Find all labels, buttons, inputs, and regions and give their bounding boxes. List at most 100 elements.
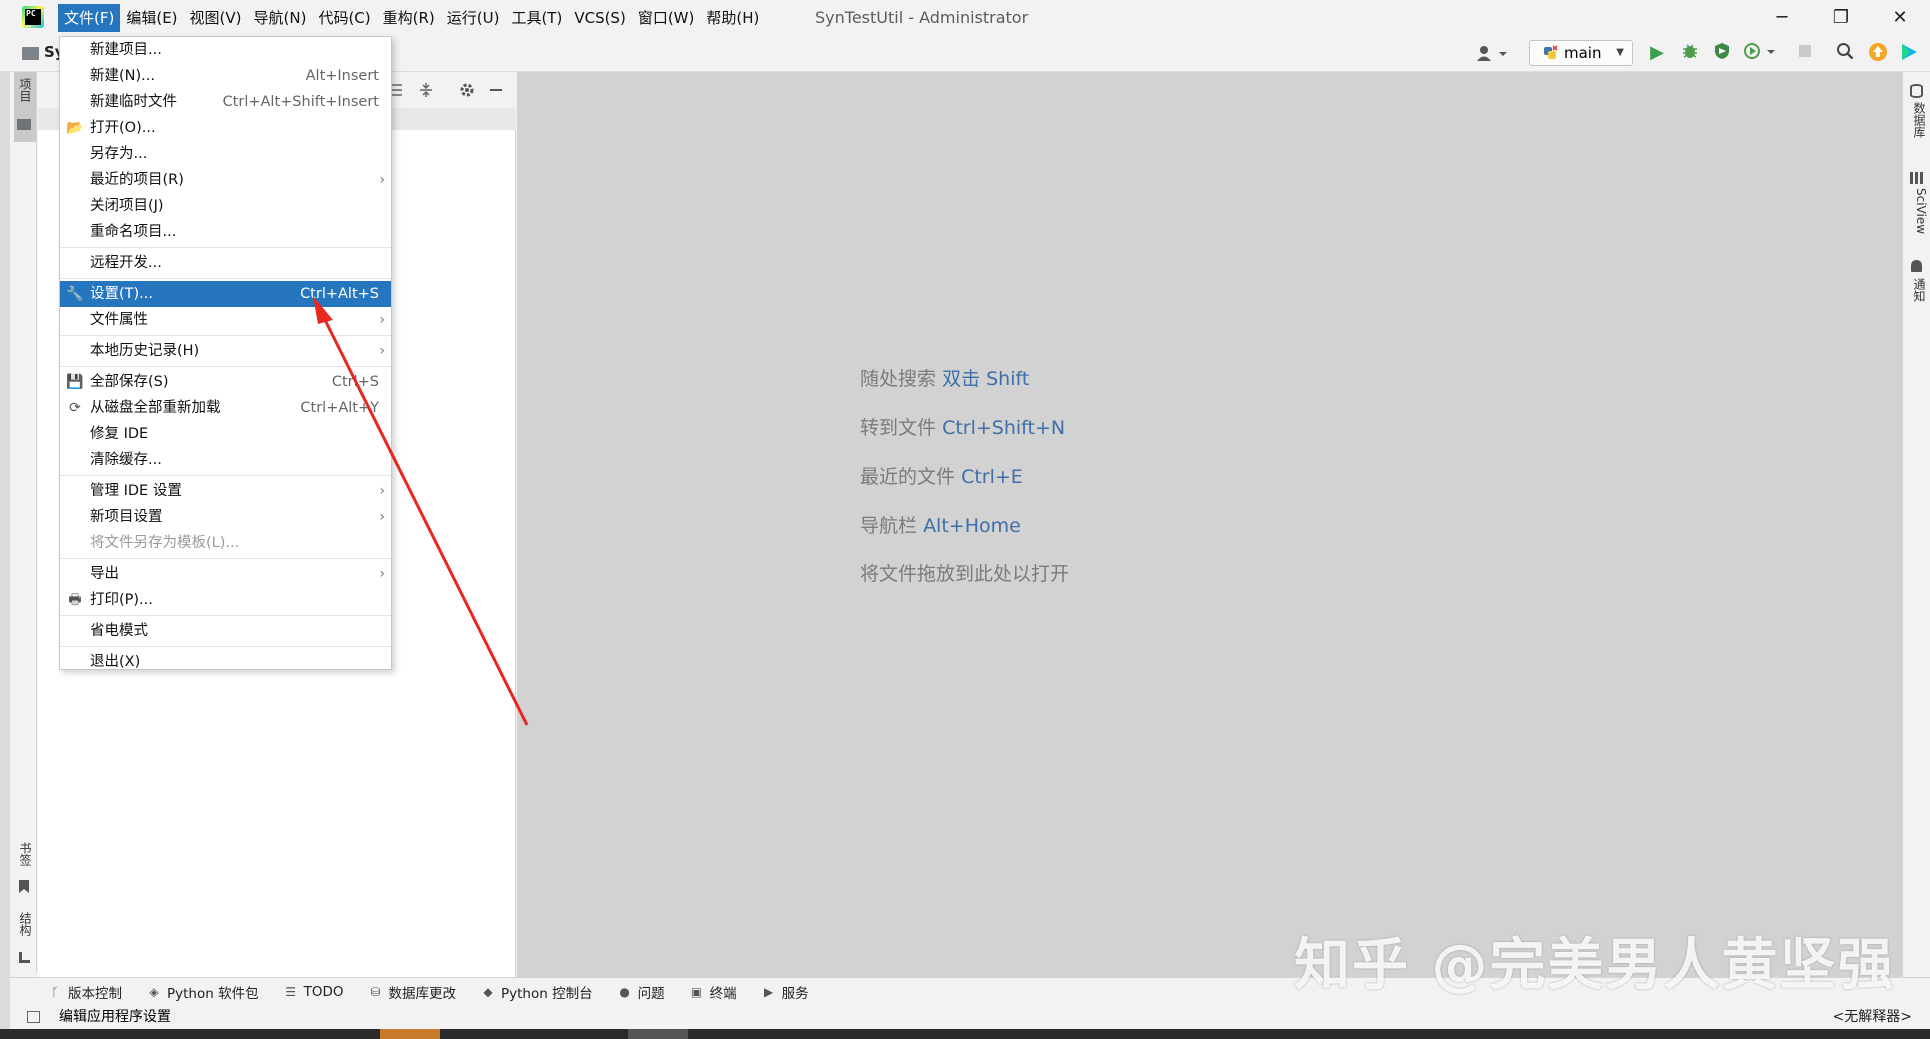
run-icon[interactable]: ▶	[1646, 42, 1668, 64]
status-bar: 编辑应用程序设置 <无解释器>	[10, 1005, 1930, 1029]
toggle-tool-windows-icon[interactable]	[27, 1011, 40, 1023]
menu-edit[interactable]: 编辑(E)	[120, 4, 183, 32]
menu-item-new-scratch-file[interactable]: 新建临时文件 Ctrl+Alt+Shift+Insert	[60, 89, 391, 115]
gear-icon[interactable]	[458, 81, 476, 99]
menu-item-recent-projects[interactable]: 最近的项目(R) ›	[60, 167, 391, 193]
menu-item-print[interactable]: 🖶 打印(P)...	[60, 587, 391, 613]
menu-item-open[interactable]: 📂 打开(O)...	[60, 115, 391, 141]
menu-code[interactable]: 代码(C)	[312, 4, 376, 32]
menu-separator	[60, 335, 391, 336]
close-button[interactable]: ✕	[1872, 0, 1928, 36]
menu-item-manage-ide-settings[interactable]: 管理 IDE 设置 ›	[60, 478, 391, 504]
tab-bookmarks[interactable]: 书签	[14, 842, 34, 866]
menu-item-save-as[interactable]: 另存为...	[60, 141, 391, 167]
todo-icon: ☰	[285, 984, 296, 999]
tool-todo[interactable]: ☰ TODO	[284, 984, 343, 1000]
stop-icon[interactable]	[1794, 42, 1816, 64]
window-title: SynTestUtil - Administrator	[815, 8, 1029, 27]
minimize-button[interactable]: ─	[1754, 0, 1810, 36]
menu-item-repair-ide[interactable]: 修复 IDE	[60, 421, 391, 447]
menu-item-export[interactable]: 导出 ›	[60, 561, 391, 587]
menu-item-rename-project[interactable]: 重命名项目...	[60, 219, 391, 245]
menu-item-reload-from-disk[interactable]: ⟳ 从磁盘全部重新加载 Ctrl+Alt+Y	[60, 395, 391, 421]
tool-services[interactable]: ▶ 服务	[762, 982, 809, 1002]
tab-notifications[interactable]: 通知	[1908, 278, 1928, 302]
menu-vcs[interactable]: VCS(S)	[568, 4, 631, 32]
status-message: 编辑应用程序设置	[59, 1009, 171, 1025]
tab-sciview[interactable]: SciView	[1908, 188, 1928, 234]
menu-item-new[interactable]: 新建(N)... Alt+Insert	[60, 63, 391, 89]
menu-item-new-project-setup[interactable]: 新项目设置 ›	[60, 504, 391, 530]
left-edge-stripe	[0, 72, 10, 1039]
menu-item-save-as-template: 将文件另存为模板(L)...	[90, 535, 240, 551]
user-account-icon[interactable]	[1475, 44, 1509, 64]
menu-item-save-all[interactable]: 💾 全部保存(S) Ctrl+S	[60, 369, 391, 395]
hint-goto-file: 转到文件 Ctrl+Shift+N	[860, 417, 1066, 439]
tool-version-control[interactable]: ᚴ 版本控制	[48, 982, 122, 1002]
tool-terminal[interactable]: ▣ 终端	[690, 982, 737, 1002]
services-icon: ▶	[763, 984, 774, 999]
coverage-icon[interactable]	[1711, 42, 1733, 64]
profile-icon[interactable]	[1743, 42, 1777, 64]
tool-database-changes[interactable]: ⛁ 数据库更改	[369, 982, 456, 1002]
debug-icon[interactable]	[1679, 42, 1701, 64]
update-icon[interactable]	[1867, 42, 1889, 64]
open-folder-icon: 📂	[66, 120, 84, 136]
menu-item-exit[interactable]: 退出(X)	[60, 649, 391, 675]
menu-item-invalidate-caches[interactable]: 清除缓存...	[60, 447, 391, 473]
tool-problems[interactable]: ● 问题	[618, 982, 664, 1002]
tab-structure[interactable]: 结构	[14, 912, 34, 936]
bookmark-icon	[19, 880, 29, 893]
sciview-icon	[1910, 172, 1923, 184]
menu-help[interactable]: 帮助(H)	[700, 4, 765, 32]
python-packages-icon: ◈	[149, 984, 159, 999]
version-control-icon: ᚴ	[51, 984, 59, 999]
menu-run[interactable]: 运行(U)	[441, 4, 506, 32]
title-bar: PC _ 文件(F) 编辑(E) 视图(V) 导航(N) 代码(C) 重构(R) …	[0, 0, 1930, 36]
structure-icon	[19, 952, 30, 963]
menu-item-remote-development[interactable]: 远程开发...	[60, 250, 391, 276]
menu-item-settings[interactable]: 🔧 设置(T)... Ctrl+Alt+S	[60, 281, 391, 307]
pycharm-logo-icon[interactable]: PC _	[22, 6, 44, 28]
menu-item-close-project[interactable]: 关闭项目(J)	[60, 193, 391, 219]
os-taskbar	[0, 1029, 1930, 1039]
submenu-arrow-icon: ›	[379, 509, 385, 525]
terminal-icon: ▣	[690, 984, 703, 999]
branch-selector[interactable]: main ▼	[1529, 40, 1633, 66]
menu-separator	[60, 366, 391, 367]
hide-panel-icon[interactable]	[488, 81, 504, 99]
watermark: 知乎 @完美男人黄坚强	[1294, 933, 1896, 998]
menu-navigate[interactable]: 导航(N)	[248, 4, 313, 32]
menu-separator	[60, 615, 391, 616]
taskbar-app-indicator	[628, 1029, 688, 1039]
menu-file[interactable]: 文件(F)	[58, 4, 121, 32]
tool-python-console[interactable]: ◆ Python 控制台	[481, 982, 592, 1002]
menu-item-local-history[interactable]: 本地历史记录(H) ›	[60, 338, 391, 364]
hint-drop-files: 将文件拖放到此处以打开	[860, 563, 1070, 585]
menu-refactor[interactable]: 重构(R)	[377, 4, 441, 32]
shortcut-label: Ctrl+Alt+Y	[300, 400, 379, 416]
menu-view[interactable]: 视图(V)	[184, 4, 248, 32]
restore-button[interactable]: ❐	[1813, 0, 1869, 36]
editor-empty-area[interactable]	[517, 72, 1902, 977]
menu-item-power-save-mode[interactable]: 省电模式	[60, 618, 391, 644]
tool-python-packages[interactable]: ◈ Python 软件包	[147, 982, 258, 1002]
shortcut-label: Ctrl+S	[331, 374, 379, 390]
database-changes-icon: ⛁	[370, 984, 381, 999]
menu-tools[interactable]: 工具(T)	[505, 4, 568, 32]
hint-recent-files: 最近的文件 Ctrl+E	[860, 466, 1023, 488]
menu-separator	[60, 278, 391, 279]
submenu-arrow-icon: ›	[379, 343, 385, 359]
interpreter-selector[interactable]: <无解释器>	[1833, 1005, 1912, 1029]
search-icon[interactable]	[1834, 42, 1856, 64]
tab-database[interactable]: 数据库	[1908, 102, 1928, 138]
expand-all-icon[interactable]	[418, 82, 434, 98]
menu-item-file-properties[interactable]: 文件属性 ›	[60, 307, 391, 333]
menu-item-new-project[interactable]: 新建项目...	[60, 37, 391, 63]
menu-window[interactable]: 窗口(W)	[632, 4, 701, 32]
problems-icon: ●	[619, 984, 630, 999]
chevron-down-icon: ▼	[1616, 47, 1624, 58]
tab-project[interactable]: 项目	[14, 78, 34, 102]
shortcut-label: Alt+Insert	[305, 68, 379, 84]
jetbrains-toolbox-icon[interactable]	[1898, 42, 1920, 64]
